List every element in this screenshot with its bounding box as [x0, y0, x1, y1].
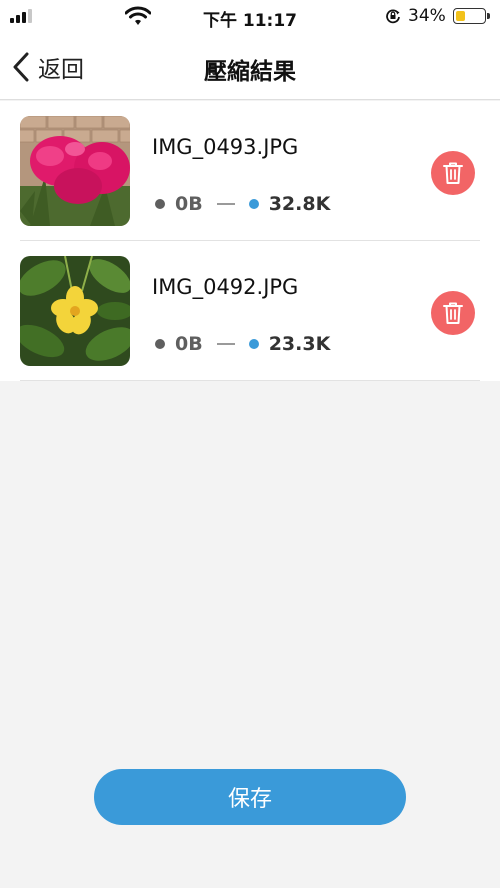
file-name: IMG_0492.JPG — [152, 275, 299, 299]
status-bar: 下午 11:17 34% — [0, 0, 500, 34]
compressed-size-dot — [248, 339, 259, 349]
size-comparison: 0B 23.3K — [155, 333, 330, 355]
trash-icon — [443, 162, 463, 184]
file-list: IMG_0493.JPG 0B 32.8K IMG_0492.JPG 0B 23… — [0, 101, 500, 381]
battery-fill — [456, 11, 466, 21]
orientation-lock-icon — [386, 9, 400, 24]
divider — [20, 380, 480, 381]
size-separator — [216, 203, 235, 205]
trash-icon — [443, 302, 463, 324]
compressed-size: 23.3K — [268, 333, 331, 355]
compressed-size: 32.8K — [268, 193, 331, 215]
battery-percent: 34% — [408, 6, 446, 26]
thumbnail-image — [20, 256, 130, 366]
original-size: 0B — [175, 193, 203, 215]
page-title: 壓縮結果 — [204, 59, 296, 85]
size-separator — [216, 343, 235, 345]
original-size-dot — [155, 339, 165, 349]
nav-bar: 返回 壓縮結果 — [0, 34, 500, 100]
thumbnail-image — [20, 116, 130, 226]
size-comparison: 0B 32.8K — [155, 193, 330, 215]
delete-button[interactable] — [431, 291, 475, 335]
file-name: IMG_0493.JPG — [152, 135, 299, 159]
compressed-size-dot — [248, 199, 259, 209]
list-item: IMG_0492.JPG 0B 23.3K — [0, 241, 500, 381]
delete-button[interactable] — [431, 151, 475, 195]
original-size-dot — [155, 199, 165, 209]
list-item: IMG_0493.JPG 0B 32.8K — [0, 101, 500, 241]
save-button[interactable]: 保存 — [94, 769, 406, 825]
original-size: 0B — [175, 333, 203, 355]
battery-icon — [453, 8, 490, 24]
